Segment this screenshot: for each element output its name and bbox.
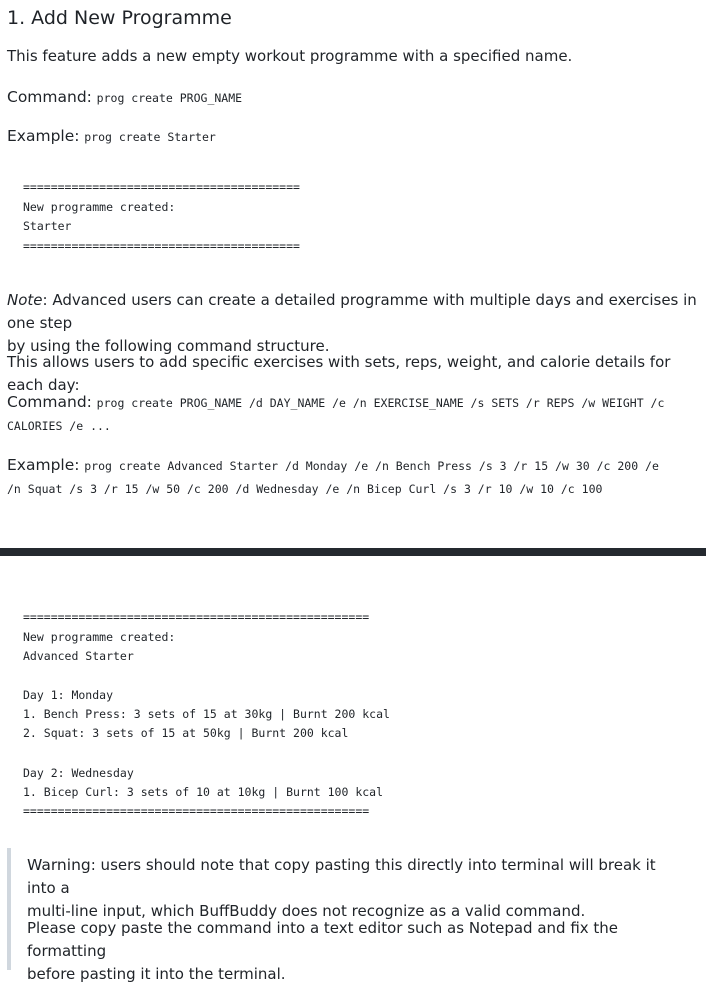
command-label: Command:	[7, 88, 92, 106]
example-code-continued: /n Squat /s 3 /r 15 /w 50 /c 200 /d Wedn…	[7, 482, 603, 496]
example-code: prog create Advanced Starter /d Monday /…	[84, 459, 659, 473]
section-divider	[0, 548, 706, 556]
output-border-bottom: ========================================	[23, 239, 300, 253]
warning-paragraph: Warning: users should note that copy pas…	[27, 854, 687, 923]
example-code: prog create Starter	[84, 130, 216, 144]
advanced-example-line: Example: prog create Advanced Starter /d…	[7, 454, 659, 478]
output-line: Starter	[23, 219, 72, 233]
intro-text: This feature adds a new empty workout pr…	[7, 47, 573, 65]
warning-label: Warning	[27, 856, 91, 874]
note-text: : Advanced users can create a detailed p…	[7, 291, 697, 332]
output-exercise: 2. Squat: 3 sets of 15 at 50kg | Burnt 2…	[23, 726, 349, 740]
note-paragraph: Note: Advanced users can create a detail…	[7, 289, 703, 358]
output-border-top: ========================================…	[23, 610, 370, 624]
note-label: Note	[7, 291, 43, 309]
warning-advice: Please copy paste the command into a tex…	[27, 917, 687, 986]
example-label: Example:	[7, 127, 80, 145]
output-day-heading: Day 1: Monday	[23, 688, 114, 702]
command-code: prog create PROG_NAME	[96, 91, 243, 105]
command-code: prog create PROG_NAME /d DAY_NAME /e /n …	[96, 396, 665, 410]
output-line: New programme created:	[23, 630, 176, 644]
warning-advice-text: Please copy paste the command into a tex…	[27, 919, 619, 960]
warning-advice-text: before pasting it into the terminal.	[27, 965, 286, 983]
output-border-bottom: ========================================…	[23, 804, 370, 818]
output-border-top: ========================================	[23, 180, 300, 194]
example-label: Example:	[7, 456, 80, 474]
simple-example-line: Example: prog create Starter	[7, 125, 216, 149]
simple-command-line: Command: prog create PROG_NAME	[7, 86, 242, 110]
output-line: New programme created:	[23, 200, 176, 214]
command-code-continued: CALORIES /e ...	[7, 419, 111, 433]
output-exercise: 1. Bicep Curl: 3 sets of 10 at 10kg | Bu…	[23, 785, 384, 799]
output-exercise: 1. Bench Press: 3 sets of 15 at 30kg | B…	[23, 707, 390, 721]
output-line: Advanced Starter	[23, 649, 134, 663]
output-day-heading: Day 2: Wednesday	[23, 766, 134, 780]
command-label: Command:	[7, 393, 92, 411]
warning-text: : users should note that copy pasting th…	[27, 856, 656, 897]
advanced-command-line: Command: prog create PROG_NAME /d DAY_NA…	[7, 391, 664, 415]
section-heading: 1. Add New Programme	[7, 7, 232, 29]
